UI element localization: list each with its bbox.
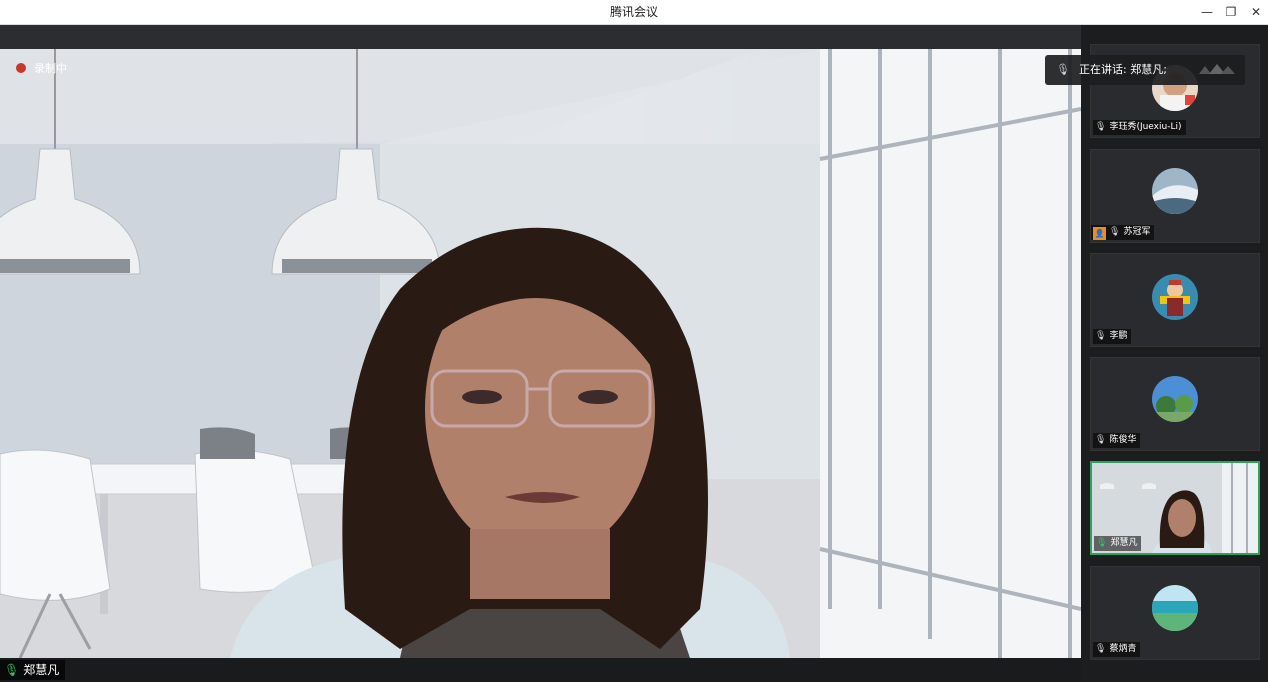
mic-muted-icon: 🎙 xyxy=(1109,227,1121,237)
participant-avatar xyxy=(1152,585,1198,631)
participant-avatar xyxy=(1152,168,1198,214)
participant-name: 陈俊华 xyxy=(1109,435,1137,445)
participant-tile[interactable]: 🎙 陈俊华 xyxy=(1090,357,1260,451)
restore-button[interactable]: ❐ xyxy=(1219,0,1243,25)
participant-name: 李鹏 xyxy=(1109,331,1128,341)
participant-label: 🎙 郑慧凡 xyxy=(1094,536,1142,551)
participant-label: 👤 🎙 苏冠军 xyxy=(1091,225,1155,240)
participant-tile-active[interactable]: 🎙 郑慧凡 xyxy=(1090,461,1260,555)
main-speaker-name-tag: 🎙 郑慧凡 xyxy=(0,660,66,680)
participant-tile[interactable]: 👤 🎙 苏冠军 xyxy=(1090,149,1260,243)
main-video-bottom-strip xyxy=(0,658,1081,682)
office-background-image xyxy=(0,49,1081,658)
participant-label: 🎙 李珏秀(Juexiu-Li) xyxy=(1093,120,1186,135)
window-title: 腾讯会议 xyxy=(609,5,658,19)
speaking-label: 正在讲话: 郑慧凡; xyxy=(1079,63,1167,76)
window-titlebar: 腾讯会议 — ❐ ✕ xyxy=(0,0,1268,25)
mic-on-icon: 🎙 xyxy=(4,663,20,677)
participant-tile[interactable]: 🎙 蔡炳青 xyxy=(1090,566,1260,660)
participant-label: 🎙 陈俊华 xyxy=(1093,433,1141,448)
main-speaker-name: 郑慧凡 xyxy=(23,663,60,677)
close-button[interactable]: ✕ xyxy=(1244,0,1268,25)
speaking-indicator: 🎙 正在讲话: 郑慧凡; xyxy=(1045,55,1245,85)
participant-name: 李珏秀(Juexiu-Li) xyxy=(1109,122,1182,132)
main-video-top-strip xyxy=(0,25,1081,49)
mic-muted-icon: 🎙 xyxy=(1056,63,1070,76)
participant-name: 蔡炳青 xyxy=(1109,644,1137,654)
recording-label: 录制中 xyxy=(34,62,67,75)
participant-tile[interactable]: 🎙 李鹏 xyxy=(1090,253,1260,347)
main-speaker-video[interactable]: 录制中 xyxy=(0,49,1081,658)
mic-on-icon: 🎙 xyxy=(1096,538,1108,548)
participant-name: 苏冠军 xyxy=(1123,227,1151,237)
minimize-button[interactable]: — xyxy=(1195,0,1219,25)
participant-avatar xyxy=(1152,274,1198,320)
recording-indicator: 录制中 xyxy=(16,61,67,77)
participant-name: 郑慧凡 xyxy=(1110,538,1138,548)
tencent-meeting-logo-icon xyxy=(1199,64,1235,74)
mic-muted-icon: 🎙 xyxy=(1095,331,1107,341)
mic-muted-icon: 🎙 xyxy=(1095,122,1107,132)
person-icon: 👤 xyxy=(1093,227,1106,240)
participant-label: 🎙 李鹏 xyxy=(1093,329,1132,344)
mic-muted-icon: 🎙 xyxy=(1095,435,1107,445)
recording-dot-icon xyxy=(16,63,26,73)
participant-avatar xyxy=(1152,376,1198,422)
mic-muted-icon: 🎙 xyxy=(1095,644,1107,654)
participant-label: 🎙 蔡炳青 xyxy=(1093,642,1141,657)
